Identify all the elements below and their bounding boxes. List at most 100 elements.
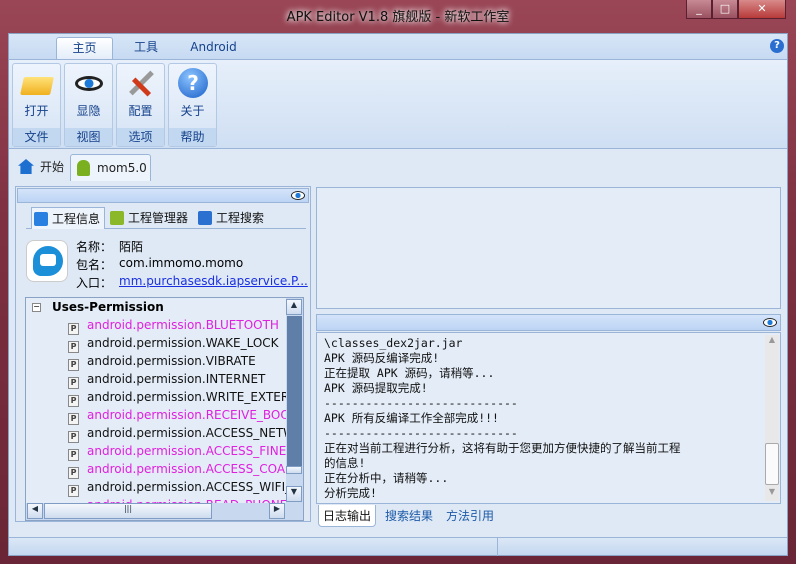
tree-root[interactable]: Uses-Permission [52, 298, 164, 316]
group-label: 视图 [65, 128, 112, 146]
log-line: APK 所有反编译工作全部完成!!! [324, 411, 499, 425]
help-icon[interactable]: ? [770, 39, 784, 53]
permission-item[interactable]: Pandroid.permission.ACCESS_COAR [68, 460, 293, 479]
package-name: com.immomo.momo [119, 256, 244, 270]
search-icon [198, 211, 212, 225]
settings-button[interactable]: 配置 [117, 102, 164, 119]
tab-search-results[interactable]: 搜索结果 [381, 505, 437, 527]
log-header [316, 314, 781, 331]
group-label: 选项 [117, 128, 164, 146]
tab-log-output[interactable]: 日志输出 [318, 505, 377, 527]
permission-item[interactable]: Pandroid.permission.INTERNET [68, 370, 266, 389]
permission-name: android.permission.ACCESS_WIFI_ [87, 480, 292, 494]
tab-method-refs[interactable]: 方法引用 [442, 505, 498, 527]
scroll-down-button[interactable]: ▼ [286, 486, 302, 502]
h-scroll-thumb[interactable]: ||| [44, 503, 212, 519]
scroll-thumb[interactable] [765, 443, 779, 485]
ribbon-tabs: 主页 工具 Android ? [9, 34, 787, 59]
vertical-scrollbar[interactable]: ▲ ▼ [286, 298, 303, 504]
permission-name: android.permission.WRITE_EXTERI [87, 390, 293, 404]
panel-header [17, 188, 309, 203]
permission-name: android.permission.RECEIVE_BOO [87, 408, 290, 422]
project-panel: 工程信息 工程管理器 工程搜索 名称： 陌陌 包名： com.immomo.mo… [15, 186, 311, 522]
preview-panel [316, 187, 781, 309]
android-icon [110, 211, 124, 225]
toggle-view-button[interactable]: 显隐 [65, 102, 112, 119]
log-scrollbar[interactable]: ▲ ▼ [765, 335, 779, 501]
tab-android[interactable]: Android [181, 37, 246, 59]
maximize-button[interactable]: □ [712, 0, 738, 19]
folder-icon [20, 68, 54, 98]
info-icon [34, 212, 48, 226]
group-label: 帮助 [169, 128, 216, 146]
scroll-thumb[interactable] [286, 466, 302, 474]
tab-tools[interactable]: 工具 [121, 37, 171, 59]
tab-project-search[interactable]: 工程搜索 [196, 207, 270, 229]
log-line: 分析完成! [324, 486, 377, 500]
permission-item[interactable]: Pandroid.permission.WAKE_LOCK [68, 334, 279, 353]
permission-name: android.permission.BLUETOOTH [87, 318, 279, 332]
group-options: 配置 选项 [116, 63, 165, 147]
window-title: APK Editor V1.8 旗舰版 - 新软工作室 [286, 10, 510, 25]
log-line: 正在分析中，请稍等... [324, 471, 449, 485]
open-button[interactable]: 打开 [13, 102, 60, 119]
scroll-up-button[interactable]: ▲ [765, 335, 779, 349]
about-button[interactable]: 关于 [169, 102, 216, 119]
status-bar [9, 537, 787, 556]
doc-tab-project[interactable]: mom5.0 [70, 154, 151, 181]
log-output: \classes_dex2jar.jar APK 源码反编译完成! 正在提取 APK… [316, 332, 781, 504]
permission-name: android.permission.ACCESS_FINE_ [87, 444, 293, 458]
collapse-icon[interactable]: − [32, 303, 41, 312]
help-icon: ? [178, 68, 208, 98]
subtabs: 工程信息 工程管理器 工程搜索 [26, 207, 306, 229]
entry-link[interactable]: mm.purchasesdk.iapservice.P... [119, 274, 308, 288]
eye-icon[interactable] [291, 191, 305, 200]
log-line: 正在对当前工程进行分析，这将有助于您更加方便快捷的了解当前工程 [324, 441, 681, 455]
log-line: 正在提取 APK 源码，请稍等... [324, 366, 495, 380]
permission-item[interactable]: Pandroid.permission.ACCESS_WIFI_ [68, 478, 292, 497]
entry-label: 入口： [76, 276, 113, 290]
client-area: 主页 工具 Android ? 打开 文件 显隐 视图 配置 选项 ? 关于 帮… [8, 33, 788, 556]
close-button[interactable]: ✕ [738, 0, 786, 19]
eye-icon[interactable] [763, 318, 777, 327]
permission-item[interactable]: Pandroid.permission.WRITE_EXTERI [68, 388, 293, 407]
permission-item[interactable]: Pandroid.permission.VIBRATE [68, 352, 256, 371]
log-line: ---------------------------- [324, 426, 518, 440]
log-tabs: 日志输出 搜索结果 方法引用 [318, 505, 618, 529]
tab-project-manager[interactable]: 工程管理器 [108, 207, 192, 229]
scroll-down-button[interactable]: ▼ [765, 487, 779, 501]
permission-name: android.permission.INTERNET [87, 372, 266, 386]
eye-icon [74, 68, 104, 98]
permission-item[interactable]: Pandroid.permission.BLUETOOTH [68, 316, 279, 335]
app-icon [26, 240, 68, 282]
home-icon [18, 159, 34, 174]
app-info: 名称： 陌陌 包名： com.immomo.momo 入口： mm.purcha… [21, 235, 308, 295]
tab-home[interactable]: 主页 [56, 37, 113, 59]
android-icon [77, 160, 90, 176]
log-line: ---------------------------- [324, 396, 518, 410]
package-label: 包名： [76, 258, 113, 272]
horizontal-scrollbar[interactable]: ◀ ||| ▶ [26, 503, 303, 520]
tab-label: 工程信息 [52, 212, 101, 226]
tools-icon [126, 68, 156, 98]
permission-item[interactable]: Pandroid.permission.ACCESS_FINE_ [68, 442, 293, 461]
group-file: 打开 文件 [12, 63, 61, 147]
permission-item[interactable]: Pandroid.permission.RECEIVE_BOO [68, 406, 290, 425]
group-label: 文件 [13, 128, 60, 146]
log-line: APK 源码提取完成! [324, 381, 428, 395]
permission-name: android.permission.WAKE_LOCK [87, 336, 279, 350]
scroll-right-button[interactable]: ▶ [269, 503, 285, 519]
minimize-button[interactable]: _ [686, 0, 712, 19]
log-line: APK 源码反编译完成! [324, 351, 440, 365]
scroll-up-button[interactable]: ▲ [286, 299, 302, 315]
app-name: 陌陌 [119, 240, 144, 254]
tab-label: 工程管理器 [128, 211, 189, 225]
doc-tab-start[interactable]: 开始 [14, 154, 68, 181]
scroll-left-button[interactable]: ◀ [27, 503, 43, 519]
ribbon: 打开 文件 显隐 视图 配置 选项 ? 关于 帮助 [9, 59, 787, 149]
tab-project-info[interactable]: 工程信息 [31, 207, 105, 229]
permission-item[interactable]: Pandroid.permission.ACCESS_NETW [68, 424, 295, 443]
doc-tab-label: 开始 [40, 160, 65, 174]
permission-tree: − Uses-Permission Pandroid.permission.BL… [25, 297, 304, 521]
group-help: ? 关于 帮助 [168, 63, 217, 147]
